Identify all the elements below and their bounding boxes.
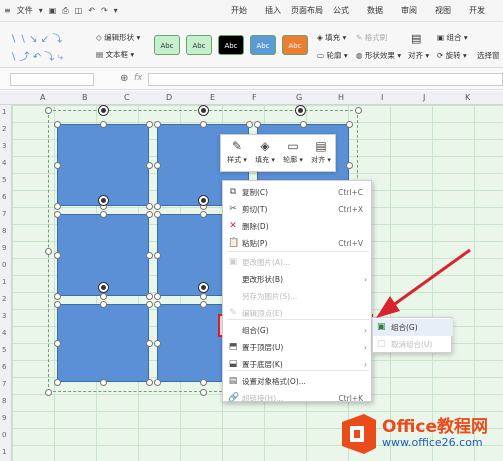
office-logo-icon xyxy=(342,414,376,454)
watermark-logo: Office教程网 www.office26.com xyxy=(338,408,503,461)
red-arrow-annotation xyxy=(376,248,471,318)
logo-title: Office教程网 xyxy=(382,417,489,437)
logo-url: www.office26.com xyxy=(382,436,483,449)
